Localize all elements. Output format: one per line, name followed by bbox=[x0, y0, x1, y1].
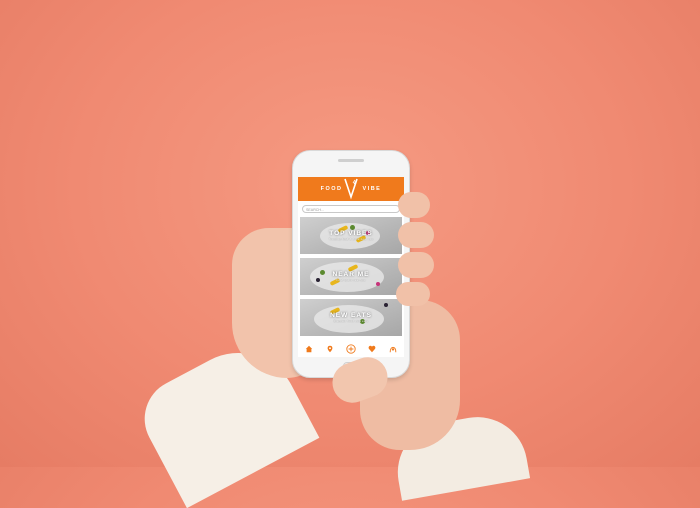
photo-scene: FOOD VIBE SEARCH... TOP VIBES Trending f… bbox=[0, 0, 700, 508]
food-item bbox=[376, 282, 380, 286]
fork-logo-icon bbox=[344, 178, 358, 200]
finger bbox=[398, 252, 434, 278]
phone: FOOD VIBE SEARCH... TOP VIBES Trending f… bbox=[292, 150, 410, 378]
search-input[interactable]: SEARCH... bbox=[302, 205, 400, 213]
heart-icon[interactable] bbox=[367, 344, 377, 354]
finger bbox=[396, 282, 430, 306]
food-item bbox=[384, 303, 388, 307]
profile-icon[interactable] bbox=[388, 344, 398, 354]
card-title: NEW EATS bbox=[330, 312, 372, 319]
finger bbox=[398, 192, 430, 218]
brand-right: VIBE bbox=[362, 186, 382, 192]
bottom-nav bbox=[298, 341, 404, 357]
finger bbox=[398, 222, 434, 248]
phone-speaker bbox=[338, 159, 364, 162]
phone-screen: FOOD VIBE SEARCH... TOP VIBES Trending f… bbox=[298, 177, 404, 357]
card-subtitle: Food spots near you bbox=[336, 279, 366, 282]
home-icon[interactable] bbox=[304, 344, 314, 354]
plate-image bbox=[314, 305, 384, 333]
card-title: TOP VIBES bbox=[329, 230, 373, 237]
card-top-vibes[interactable]: TOP VIBES Trending food & drink near you bbox=[300, 217, 402, 254]
card-title: NEAR ME bbox=[332, 271, 370, 278]
location-pin-icon[interactable] bbox=[325, 344, 335, 354]
add-icon[interactable] bbox=[346, 344, 356, 354]
card-new-eats[interactable]: NEW EATS Discover fresh new eats bbox=[300, 299, 402, 336]
card-near-me[interactable]: NEAR ME Food spots near you bbox=[300, 258, 402, 295]
card-subtitle: Discover fresh new eats bbox=[333, 320, 369, 323]
card-subtitle: Trending food & drink near you bbox=[328, 238, 374, 241]
brand-left: FOOD bbox=[320, 186, 343, 192]
